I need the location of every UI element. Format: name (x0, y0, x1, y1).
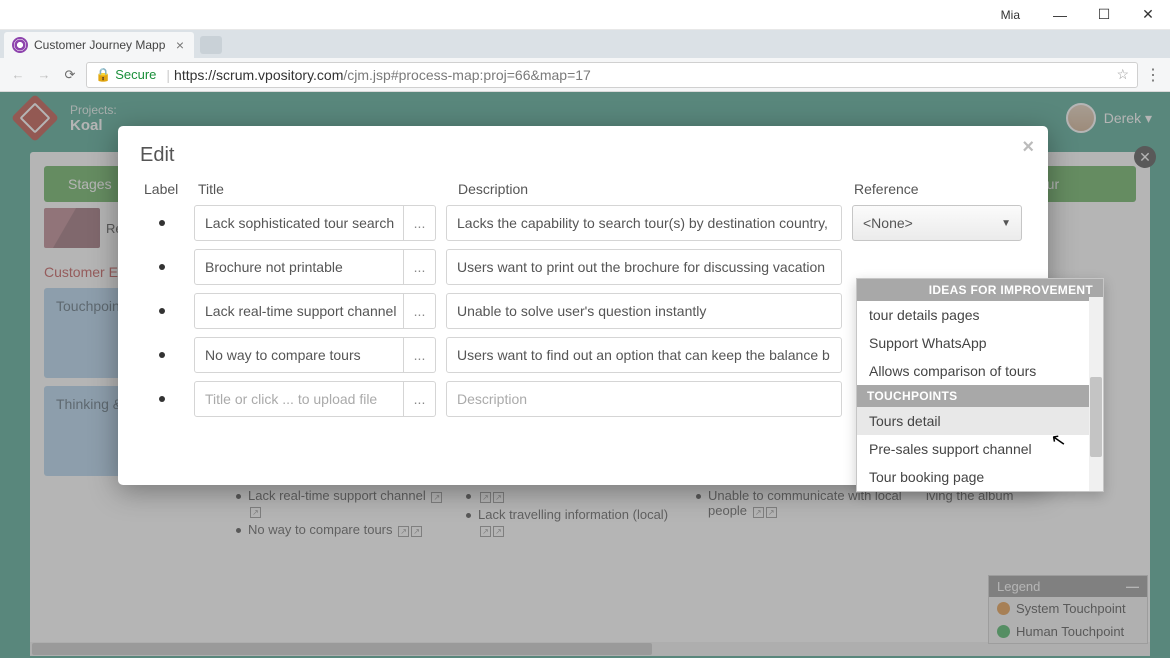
title-input[interactable]: Lack real-time support channel (194, 293, 404, 329)
upload-button[interactable]: ... (404, 381, 436, 417)
upload-button[interactable]: ... (404, 205, 436, 241)
col-description: Description (458, 181, 854, 197)
edit-modal: × Edit Label Title Description Reference… (118, 126, 1048, 485)
row-bullet-icon (140, 396, 184, 402)
row-bullet-icon (140, 352, 184, 358)
window-minimize-button[interactable]: — (1038, 0, 1082, 30)
browser-tab[interactable]: Customer Journey Mapp × (4, 32, 194, 58)
bookmark-star-icon[interactable]: ☆ (1116, 66, 1129, 83)
table-row: Lack sophisticated tour search ... Lacks… (140, 205, 1026, 241)
col-label: Label (144, 181, 198, 197)
description-input[interactable]: Lacks the capability to search tour(s) b… (446, 205, 842, 241)
url-path: /cjm.jsp#process-map:proj=66&map=17 (343, 67, 590, 83)
grid-header: Label Title Description Reference (140, 181, 1026, 197)
modal-title: Edit (140, 144, 1026, 167)
caret-down-icon: ▼ (1001, 218, 1011, 229)
col-title: Title (198, 181, 458, 197)
window-maximize-button[interactable]: ☐ (1082, 0, 1126, 30)
separator: | (166, 67, 170, 83)
favicon-icon (12, 37, 28, 53)
title-input[interactable]: No way to compare tours (194, 337, 404, 373)
reload-button[interactable]: ⟳ (60, 65, 80, 85)
tab-title: Customer Journey Mapp (34, 38, 165, 52)
reference-dropdown[interactable]: <None> ▼ (852, 205, 1022, 241)
dropdown-item[interactable]: Tours detail (857, 407, 1103, 435)
address-bar[interactable]: 🔒 Secure | https://scrum.vpository.com/c… (86, 62, 1138, 88)
row-bullet-icon (140, 220, 184, 226)
scrollbar-thumb[interactable] (1090, 377, 1102, 457)
description-input[interactable]: Users want to print out the brochure for… (446, 249, 842, 285)
browser-tab-strip: Customer Journey Mapp × (0, 30, 1170, 58)
browser-toolbar: ← → ⟳ 🔒 Secure | https://scrum.vpository… (0, 58, 1170, 92)
dropdown-scrollbar[interactable] (1089, 297, 1103, 491)
app-viewport: Projects: Koal Derek ▾ ✕ Stages Post-Tou… (0, 92, 1170, 658)
description-input[interactable]: Unable to solve user's question instantl… (446, 293, 842, 329)
window-user: Mia (1001, 8, 1020, 22)
new-tab-button[interactable] (200, 36, 222, 54)
dropdown-item[interactable]: Allows comparison of tours (857, 357, 1103, 385)
lock-icon: 🔒 (95, 67, 111, 83)
description-input[interactable]: Users want to find out an option that ca… (446, 337, 842, 373)
url-host: https://scrum.vpository.com (174, 67, 343, 83)
reference-dropdown-panel: IDEAS FOR IMPROVEMENT tour details pages… (856, 278, 1104, 492)
title-input[interactable]: Lack sophisticated tour search (194, 205, 404, 241)
title-input[interactable]: Brochure not printable (194, 249, 404, 285)
modal-close-button[interactable]: × (1022, 136, 1034, 159)
dropdown-item[interactable]: tour details pages (857, 301, 1103, 329)
description-input[interactable]: Description (446, 381, 842, 417)
reference-value: <None> (863, 215, 913, 231)
row-bullet-icon (140, 264, 184, 270)
secure-badge: 🔒 Secure (95, 67, 156, 83)
col-reference: Reference (854, 181, 1026, 197)
dropdown-item[interactable]: Tour booking page (857, 463, 1103, 491)
title-input[interactable]: Title or click ... to upload file (194, 381, 404, 417)
browser-menu-button[interactable]: ⋮ (1144, 65, 1162, 85)
forward-button[interactable]: → (34, 65, 54, 85)
back-button[interactable]: ← (8, 65, 28, 85)
upload-button[interactable]: ... (404, 249, 436, 285)
upload-button[interactable]: ... (404, 337, 436, 373)
secure-label: Secure (115, 67, 156, 82)
upload-button[interactable]: ... (404, 293, 436, 329)
window-close-button[interactable]: ✕ (1126, 0, 1170, 30)
dropdown-group-header: TOUCHPOINTS (857, 385, 1103, 407)
dropdown-item[interactable]: Support WhatsApp (857, 329, 1103, 357)
dropdown-group-header: IDEAS FOR IMPROVEMENT (857, 279, 1103, 301)
window-titlebar: Mia — ☐ ✕ (0, 0, 1170, 30)
row-bullet-icon (140, 308, 184, 314)
tab-close-icon[interactable]: × (176, 37, 184, 53)
